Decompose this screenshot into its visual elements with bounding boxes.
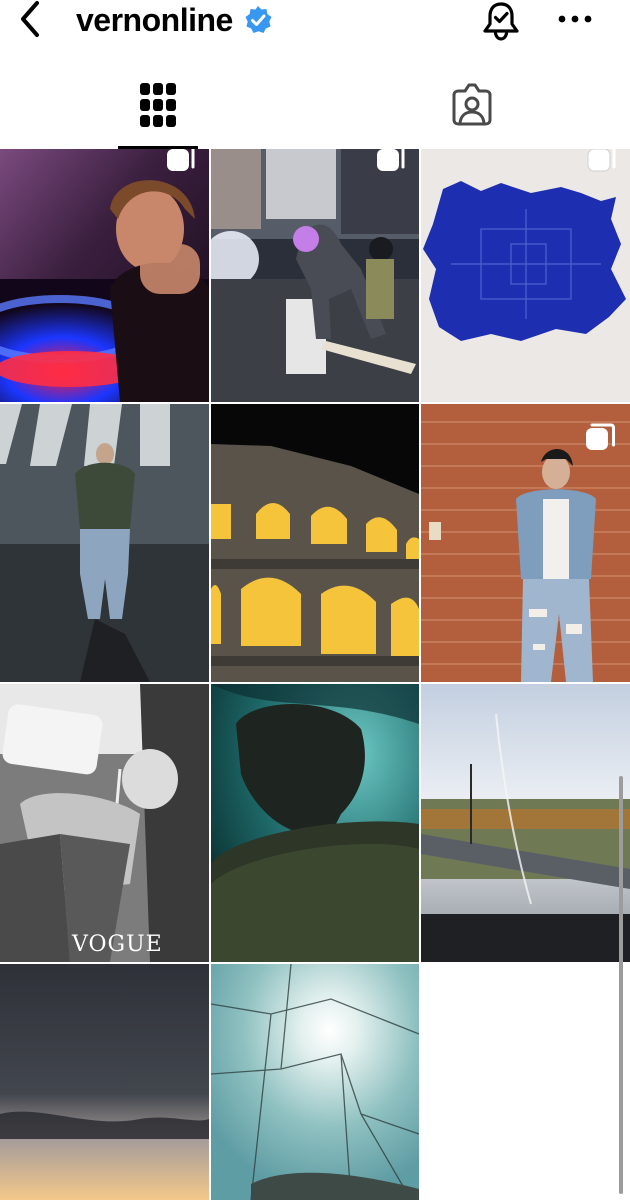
- notifications-button[interactable]: [478, 0, 524, 42]
- post-thumbnail[interactable]: VOGUE: [0, 684, 209, 962]
- verified-badge-icon: [243, 5, 273, 35]
- post-thumbnail[interactable]: [0, 964, 209, 1200]
- tagged-portrait-icon: [452, 83, 492, 126]
- post-thumbnail[interactable]: [211, 404, 419, 682]
- grid-icon: [140, 83, 176, 127]
- multi-post-icon: [377, 149, 405, 171]
- post-thumbnail[interactable]: [211, 684, 419, 962]
- post-thumbnail[interactable]: [421, 149, 630, 402]
- post-thumbnail[interactable]: [211, 964, 419, 1200]
- chevron-left-icon: [21, 1, 39, 37]
- scrollbar[interactable]: [619, 776, 623, 1194]
- post-thumbnail[interactable]: [421, 404, 630, 682]
- more-horizontal-icon: [558, 15, 592, 23]
- post-thumbnail[interactable]: [211, 149, 419, 402]
- profile-header: vernonline: [0, 0, 630, 46]
- back-button[interactable]: [10, 0, 50, 40]
- multi-post-icon: [587, 149, 616, 172]
- profile-username: vernonline: [76, 2, 233, 38]
- username-wrap: vernonline: [76, 0, 273, 40]
- multi-post-icon: [586, 423, 615, 450]
- multi-post-icon: [167, 149, 195, 171]
- profile-tabs: [0, 62, 630, 149]
- post-thumbnail[interactable]: [421, 684, 630, 962]
- tab-tagged[interactable]: [432, 62, 512, 148]
- post-thumbnail[interactable]: [0, 404, 209, 682]
- tab-posts-grid[interactable]: [118, 62, 198, 148]
- vogue-logo: VOGUE: [72, 932, 163, 957]
- posts-grid: VOGUE: [0, 149, 630, 1200]
- more-options-button[interactable]: [553, 2, 597, 36]
- bell-check-icon: [483, 2, 519, 41]
- post-thumbnail[interactable]: [0, 149, 209, 402]
